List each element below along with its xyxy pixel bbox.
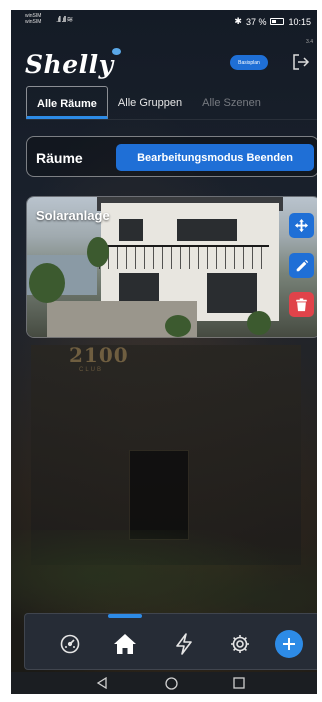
tab-all-scenes[interactable]: Alle Szenen (192, 86, 271, 119)
add-icon[interactable] (275, 630, 303, 658)
battery-icon (270, 18, 285, 25)
home-icon[interactable] (112, 631, 138, 657)
nav-active-indicator (108, 614, 142, 618)
rooms-title: Räume (36, 150, 83, 166)
image-window (177, 219, 237, 241)
status-bar: winSIM winSIM .ıll .ıll ≋ ✱ 37 % 10:15 (11, 10, 317, 34)
background-sign: 2100 (69, 343, 129, 367)
background-door (129, 450, 189, 540)
image-tree (165, 315, 191, 337)
app-version: 3.4 (306, 39, 313, 45)
logout-icon[interactable] (291, 52, 311, 72)
rooms-header: Räume Bearbeitungsmodus Beenden (26, 136, 317, 177)
gauge-icon[interactable] (57, 631, 83, 657)
bluetooth-icon: ✱ (234, 16, 242, 26)
image-window (207, 273, 257, 313)
home-circle-icon[interactable] (163, 675, 179, 691)
shelly-logo: Shelly (25, 50, 114, 79)
image-window (119, 219, 143, 241)
end-edit-mode-button[interactable]: Bearbeitungsmodus Beenden (116, 144, 314, 171)
sim-label-2: winSIM (25, 19, 42, 25)
delete-button[interactable] (289, 292, 314, 317)
move-icon (294, 218, 309, 233)
lightning-icon[interactable] (171, 631, 197, 657)
room-title: Solaranlage (36, 208, 110, 223)
sim-labels: winSIM winSIM (25, 13, 41, 25)
image-tree (87, 237, 109, 267)
tab-all-groups[interactable]: Alle Gruppen (108, 86, 192, 119)
app-screen: 2100 CLUB winSIM winSIM .ıll .ıll ≋ ✱ 37… (11, 10, 317, 694)
edit-button[interactable] (289, 253, 314, 278)
tab-bar: Alle Räume Alle Gruppen Alle Szenen (26, 86, 317, 120)
system-nav-bar (11, 672, 317, 694)
plan-badge[interactable]: Basisplan (230, 55, 268, 70)
pencil-icon (296, 259, 308, 271)
status-right: ✱ 37 % 10:15 (234, 16, 311, 27)
clock: 10:15 (288, 16, 311, 27)
signal-icon: .ıll .ıll ≋ (56, 15, 73, 24)
gear-icon[interactable] (227, 631, 253, 657)
image-tree (29, 263, 65, 303)
logo-cloud-icon (112, 48, 121, 55)
image-balcony-rail (99, 245, 269, 269)
move-button[interactable] (289, 213, 314, 238)
background-sign-sub: CLUB (79, 367, 104, 373)
tab-all-rooms[interactable]: Alle Räume (26, 86, 108, 119)
room-card[interactable]: Solaranlage (26, 196, 317, 338)
back-icon[interactable] (94, 675, 110, 691)
recent-apps-icon[interactable] (231, 675, 247, 691)
image-tree (247, 311, 271, 335)
trash-icon (296, 297, 307, 311)
battery-percent: 37 % (245, 16, 267, 27)
bottom-nav (24, 613, 317, 670)
